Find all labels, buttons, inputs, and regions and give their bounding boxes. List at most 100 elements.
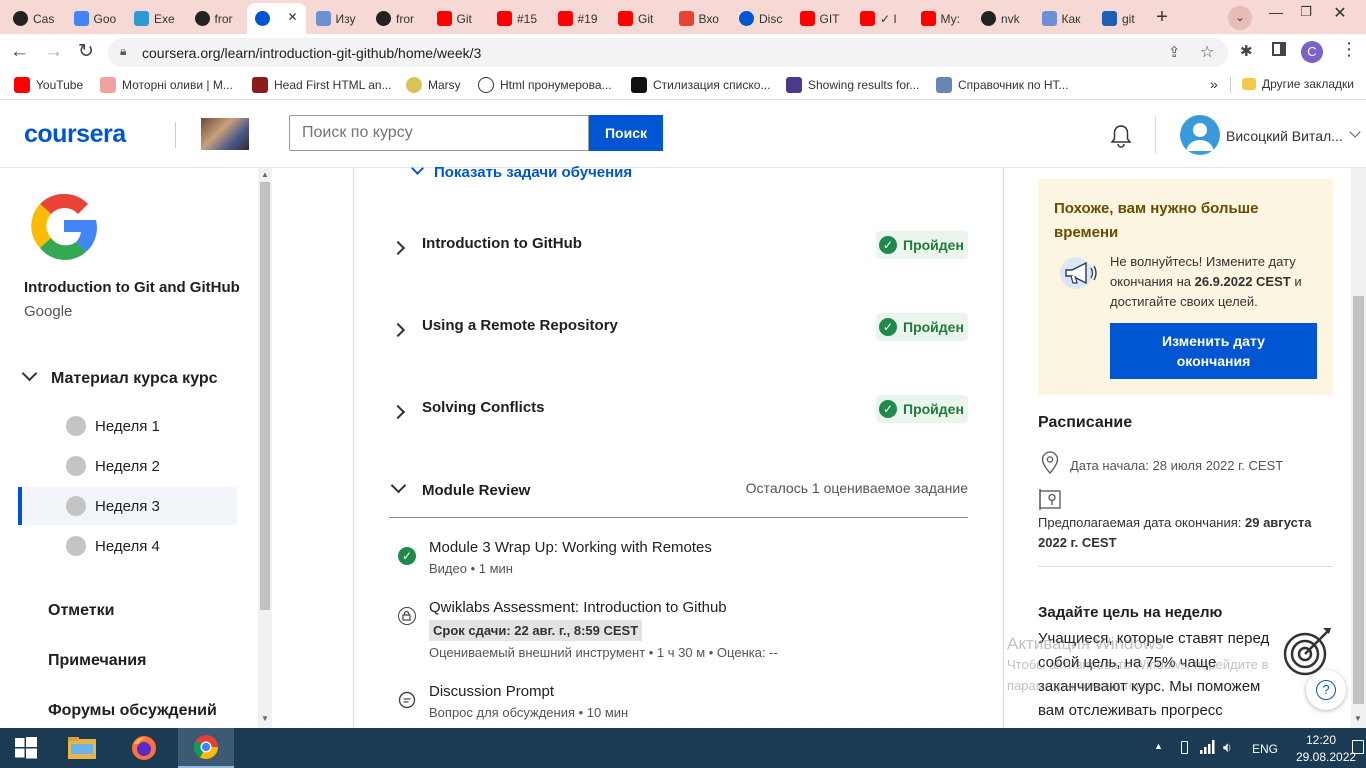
tab-search-button[interactable]: ⌄ <box>1228 6 1252 30</box>
clock-date[interactable]: 29.08.2022 <box>1296 750 1356 764</box>
review-item-title[interactable]: Qwiklabs Assessment: Introduction to Git… <box>429 599 727 616</box>
sidebar-link-notes[interactable]: Примечания <box>48 652 146 670</box>
scroll-down-arrow-icon[interactable]: ▼ <box>1354 714 1362 723</box>
new-tab-button[interactable]: + <box>1150 6 1174 30</box>
bookmark-star-icon[interactable]: ☆ <box>1200 42 1214 62</box>
other-bookmarks-folder[interactable]: Другие закладки <box>1242 77 1354 91</box>
lesson-row[interactable]: Introduction to GitHub ✓ Пройден <box>389 231 968 271</box>
profile-avatar[interactable]: C <box>1301 41 1323 63</box>
sidebar-item-week-1[interactable]: Неделя 1 <box>24 407 237 445</box>
review-item-video[interactable]: ✓ Module 3 Wrap Up: Working with Remotes… <box>396 539 968 579</box>
back-icon[interactable]: ← <box>10 41 29 63</box>
share-icon[interactable]: ⇪ <box>1168 43 1181 61</box>
volume-icon[interactable]: 🔉︎ <box>1223 739 1232 756</box>
bookmarks-more-button[interactable]: » <box>1210 76 1218 92</box>
battery-icon[interactable] <box>1181 741 1188 754</box>
browser-tab[interactable]: Disc <box>731 5 790 32</box>
menu-kebab-icon[interactable]: ⋮ <box>1340 39 1358 60</box>
completed-badge: ✓ Пройден <box>876 231 968 259</box>
change-deadline-button[interactable]: Изменить дату окончания <box>1110 323 1317 379</box>
notifications-bell-icon[interactable] <box>1110 124 1132 148</box>
lesson-row[interactable]: Using a Remote Repository ✓ Пройден <box>389 313 968 353</box>
browser-tab[interactable]: Goo <box>66 5 125 32</box>
bookmark-item[interactable]: Showing results for... <box>786 77 919 93</box>
browser-tab[interactable]: ✕ <box>247 3 306 34</box>
browser-tab[interactable]: fror <box>368 5 427 32</box>
minimize-button[interactable]: — <box>1262 4 1290 28</box>
scroll-down-arrow-icon[interactable]: ▼ <box>261 714 269 723</box>
clock-time[interactable]: 12:20 <box>1306 733 1336 747</box>
sidebar-item-week-4[interactable]: Неделя 4 <box>24 527 237 565</box>
browser-tab[interactable]: Вхо <box>671 5 730 32</box>
browser-tab[interactable]: ✓ I <box>852 5 911 32</box>
target-icon <box>1283 624 1335 676</box>
review-item-title[interactable]: Discussion Prompt <box>429 683 554 700</box>
windows-start-icon[interactable] <box>0 728 52 768</box>
browser-tab[interactable]: git <box>1094 5 1153 32</box>
review-item-title[interactable]: Module 3 Wrap Up: Working with Remotes <box>429 539 712 556</box>
browser-tab[interactable]: Изу <box>308 5 367 32</box>
forward-icon[interactable]: → <box>44 41 63 63</box>
lock-icon[interactable]: 🔒︎ <box>120 44 126 59</box>
browser-tab-label: Git <box>638 11 654 26</box>
sidebar-item-week-3[interactable]: Неделя 3 <box>18 487 237 525</box>
browser-tab[interactable]: nvk <box>973 5 1032 32</box>
signal-icon[interactable] <box>1200 740 1216 754</box>
user-name[interactable]: Висоцкий Витал... <box>1226 128 1343 144</box>
bookmark-item[interactable]: Html пронумерова... <box>478 77 612 93</box>
browser-tab[interactable]: GIT <box>792 5 851 32</box>
browser-tab[interactable]: #19 <box>550 5 609 32</box>
github-icon <box>13 11 28 26</box>
sidebar-scrollbar[interactable]: ▲ ▼ <box>258 168 272 728</box>
scroll-up-arrow-icon[interactable]: ▲ <box>261 170 269 179</box>
close-window-button[interactable]: ✕ <box>1326 3 1354 27</box>
browser-tab[interactable]: Git <box>429 5 488 32</box>
browser-tab[interactable]: fror <box>187 5 246 32</box>
browser-tab[interactable]: Как <box>1034 5 1093 32</box>
review-item-lab[interactable]: Qwiklabs Assessment: Introduction to Git… <box>396 599 968 663</box>
bookmark-item[interactable]: Стилизация списко... <box>631 77 770 93</box>
lesson-row[interactable]: Solving Conflicts ✓ Пройден <box>389 395 968 435</box>
search-button[interactable]: Поиск <box>589 115 663 151</box>
firefox-icon[interactable] <box>118 728 170 768</box>
browser-tab[interactable]: Exe <box>126 5 185 32</box>
course-material-toggle[interactable]: Материал курса курс <box>18 365 238 390</box>
browser-tab[interactable]: Git <box>610 5 669 32</box>
page-scroll-thumb[interactable] <box>1353 296 1364 704</box>
module-review-header[interactable]: Module Review Осталось 1 оцениваемое зад… <box>389 477 968 504</box>
chrome-taskbar-icon[interactable] <box>178 728 234 768</box>
sidebar-item-week-2[interactable]: Неделя 2 <box>24 447 237 485</box>
browser-tab[interactable]: Му: <box>913 5 972 32</box>
user-avatar-icon[interactable] <box>1180 115 1220 155</box>
user-menu-chevron-icon[interactable] <box>1349 126 1361 138</box>
review-item-discussion[interactable]: Discussion Prompt Вопрос для обсуждения … <box>396 683 968 723</box>
sidebar-link-forums[interactable]: Форумы обсуждений <box>48 702 217 720</box>
bookmark-item[interactable]: Справочник по HT... <box>936 77 1069 93</box>
remaining-count: Осталось 1 оцениваемое задание <box>745 480 968 496</box>
reload-icon[interactable]: ↻ <box>78 40 94 63</box>
help-button[interactable]: ? <box>1306 670 1346 710</box>
week-status-dot-icon <box>66 456 86 476</box>
input-language[interactable]: ENG <box>1252 742 1278 756</box>
browser-tab[interactable]: Cas <box>5 5 64 32</box>
bookmark-item[interactable]: Моторні оливи | М... <box>100 77 233 93</box>
sidebar-link-grades[interactable]: Отметки <box>48 602 114 620</box>
course-search-input[interactable] <box>289 115 589 151</box>
extensions-icon[interactable]: ✱ <box>1240 42 1253 60</box>
youtube-icon <box>497 11 512 26</box>
bookmark-item[interactable]: Marsy <box>406 77 461 93</box>
sidebar-scroll-thumb[interactable] <box>260 182 270 610</box>
tray-expand-icon[interactable]: ▲ <box>1154 741 1163 751</box>
side-panel-icon[interactable] <box>1272 42 1286 56</box>
page-scrollbar[interactable]: ▼ <box>1351 168 1366 728</box>
notification-center-icon[interactable] <box>1352 740 1364 754</box>
close-tab-icon[interactable]: ✕ <box>287 10 297 24</box>
coursera-logo[interactable]: coursera <box>24 120 126 149</box>
restore-button[interactable]: ❐ <box>1292 4 1320 28</box>
address-bar[interactable]: 🔒︎ coursera.org/learn/introduction-git-g… <box>108 38 1228 67</box>
partner-thumbnail[interactable] <box>201 118 249 150</box>
bookmark-item[interactable]: YouTube <box>14 77 83 93</box>
browser-tab[interactable]: #15 <box>489 5 548 32</box>
bookmark-item[interactable]: Head First HTML an... <box>252 77 392 93</box>
file-explorer-icon[interactable] <box>56 728 108 768</box>
